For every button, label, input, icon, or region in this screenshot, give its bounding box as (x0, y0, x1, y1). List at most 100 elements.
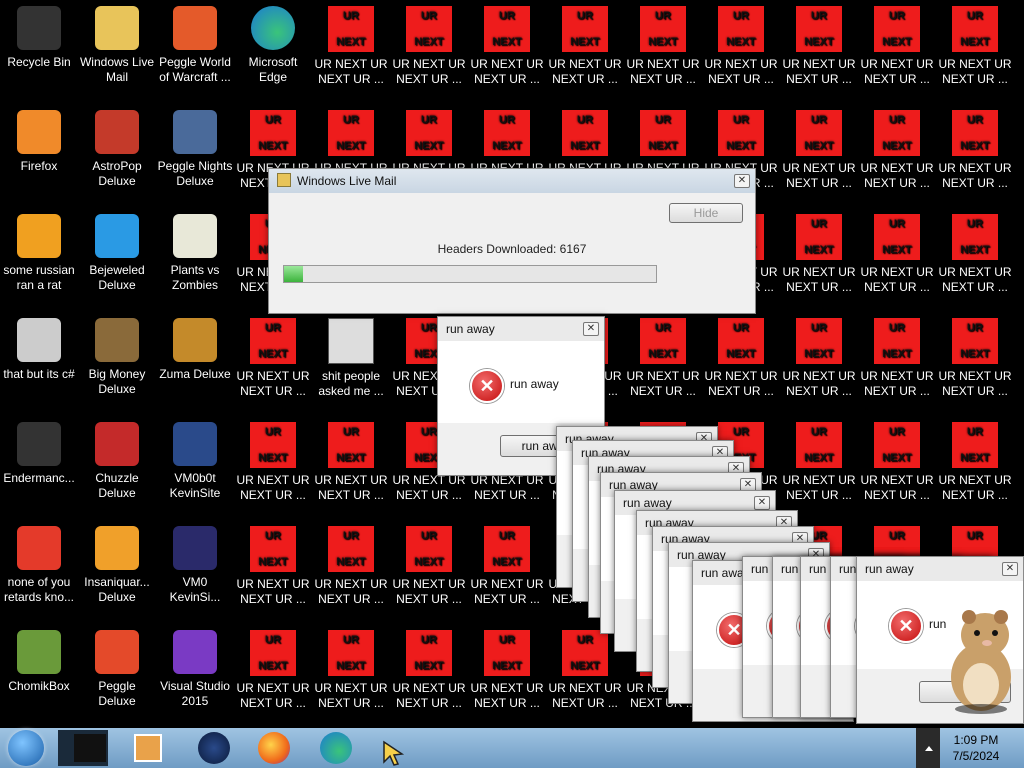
ur-next-icon[interactable]: UR NEXT UR NEXT UR NEXT UR ... (624, 0, 702, 87)
ur-next-icon[interactable]: UR NEXT UR NEXT UR NEXT UR ... (468, 624, 546, 711)
firefox-icon[interactable] (258, 732, 290, 764)
ur-next-icon[interactable]: UR NEXT UR NEXT UR NEXT UR ... (936, 312, 1014, 399)
ur-next-icon[interactable]: UR NEXT UR NEXT UR NEXT UR ... (780, 104, 858, 191)
taskbar-app-icon-1[interactable] (74, 734, 106, 762)
ur-text: UR (967, 218, 983, 230)
close-icon[interactable]: ✕ (734, 174, 750, 188)
ur-next-icon[interactable]: UR NEXT UR NEXT UR NEXT UR ... (780, 416, 858, 503)
app-icon (95, 318, 139, 362)
desktop-icon[interactable]: Bejeweled Deluxe (78, 208, 156, 293)
desktop-icon[interactable]: AstroPop Deluxe (78, 104, 156, 189)
ur-next-icon[interactable]: UR NEXT UR NEXT UR NEXT UR ... (702, 0, 780, 87)
ur-next-icon[interactable]: UR NEXT UR NEXT UR NEXT UR ... (546, 0, 624, 87)
ur-next-icon[interactable]: UR NEXT UR NEXT UR NEXT UR ... (780, 312, 858, 399)
desktop-icon[interactable]: Chuzzle Deluxe (78, 416, 156, 501)
dialog-copy-title: run away (623, 496, 672, 510)
desktop-icon[interactable]: some russian ran a rat (0, 208, 78, 293)
desktop-icon[interactable]: Plants vs Zombies (156, 208, 234, 293)
ur-next-icon[interactable]: UR NEXT UR NEXT UR NEXT UR ... (468, 0, 546, 87)
ur-next-image: UR NEXT (874, 214, 920, 260)
desktop-icon[interactable]: ChomikBox (0, 624, 78, 694)
ur-text: UR (577, 114, 593, 126)
close-icon[interactable]: ✕ (583, 322, 599, 336)
run-away-titlebar-front[interactable]: run away ✕ (857, 557, 1023, 581)
ur-next-icon[interactable]: UR NEXT UR NEXT UR NEXT UR ... (858, 104, 936, 191)
ur-text: UR (343, 426, 359, 438)
ur-text: UR (811, 426, 827, 438)
wlm-progress-window[interactable]: Windows Live Mail ✕ Hide Headers Downloa… (268, 168, 756, 314)
ur-next-image: UR NEXT (406, 6, 452, 52)
ur-next-icon[interactable]: UR NEXT UR NEXT UR NEXT UR ... (780, 208, 858, 295)
ur-next-icon[interactable]: UR NEXT UR NEXT UR NEXT UR ... (858, 416, 936, 503)
desktop-icon[interactable]: Peggle World of Warcraft ... (156, 0, 234, 85)
ur-next-icon[interactable]: UR NEXT UR NEXT UR NEXT UR ... (936, 0, 1014, 87)
ur-next-icon[interactable]: UR NEXT UR NEXT UR NEXT UR ... (858, 208, 936, 295)
taskbar-globe-icon[interactable] (198, 732, 230, 764)
hide-button[interactable]: Hide (669, 203, 743, 223)
ur-next-icon[interactable]: UR NEXT UR NEXT UR NEXT UR ... (702, 312, 780, 399)
ur-next-icon[interactable]: UR NEXT UR NEXT UR NEXT UR ... (312, 624, 390, 711)
ur-next-icon[interactable]: UR NEXT UR NEXT UR NEXT UR ... (468, 520, 546, 607)
ur-next-icon[interactable]: UR NEXT UR NEXT UR NEXT UR ... (780, 0, 858, 87)
next-text: NEXT (336, 660, 366, 672)
ur-next-icon[interactable]: UR NEXT UR NEXT UR NEXT UR ... (624, 312, 702, 399)
ur-next-image: UR NEXT (796, 422, 842, 468)
taskbar-media-icon[interactable] (134, 734, 162, 762)
desktop-icon-edge[interactable]: Microsoft Edge (234, 0, 312, 85)
desktop-icon-label: Endermanc... (3, 471, 75, 485)
desktop-icon[interactable]: Visual Studio 2015 (156, 624, 234, 709)
ur-next-icon[interactable]: UR NEXT UR NEXT UR NEXT UR ... (936, 416, 1014, 503)
desktop-icon[interactable]: Insaniquar... Deluxe (78, 520, 156, 605)
desktop-icon[interactable]: Recycle Bin (0, 0, 78, 70)
edge-icon[interactable] (320, 732, 352, 764)
close-icon[interactable]: ✕ (754, 496, 770, 510)
run-away-dialog-front[interactable]: run away ✕ ✕ run ru (856, 556, 1024, 724)
ur-next-icon[interactable]: UR NEXT UR NEXT UR NEXT UR ... (312, 416, 390, 503)
desktop-icon[interactable]: Windows Live Mail (78, 0, 156, 85)
ur-next-image: UR NEXT (328, 630, 374, 676)
ur-next-icon[interactable]: UR NEXT UR NEXT UR NEXT UR ... (858, 312, 936, 399)
clock[interactable]: 1:09 PM 7/5/2024 (936, 732, 1016, 764)
desktop-icon[interactable]: VM0 KevinSi... (156, 520, 234, 605)
run-away-titlebar[interactable]: run away ✕ (438, 317, 604, 341)
desktop-icon[interactable]: Zuma Deluxe (156, 312, 234, 382)
desktop-icon[interactable]: Peggle Deluxe (78, 624, 156, 709)
next-text: NEXT (960, 348, 990, 360)
ur-next-icon[interactable]: UR NEXT UR NEXT UR NEXT UR ... (312, 0, 390, 87)
ur-next-icon[interactable]: UR NEXT UR NEXT UR NEXT UR ... (312, 520, 390, 607)
tray-arrow-icon[interactable] (925, 746, 933, 751)
desktop-icon-label: Chuzzle Deluxe (95, 471, 139, 500)
ur-next-icon[interactable]: UR NEXT UR NEXT UR NEXT UR ... (234, 520, 312, 607)
ur-next-icon[interactable]: UR NEXT UR NEXT UR NEXT UR ... (390, 520, 468, 607)
desktop-icon[interactable]: none of you retards kno... (0, 520, 78, 605)
desktop-icon-folder[interactable]: shit people asked me ... (312, 312, 390, 399)
ur-next-icon[interactable]: UR NEXT UR NEXT UR NEXT UR ... (234, 312, 312, 399)
ur-next-icon[interactable]: UR NEXT UR NEXT UR NEXT UR ... (390, 624, 468, 711)
ur-next-icon[interactable]: UR NEXT UR NEXT UR NEXT UR ... (234, 624, 312, 711)
desktop-icon[interactable]: Big Money Deluxe (78, 312, 156, 397)
ur-text: UR (889, 114, 905, 126)
desktop-icon[interactable]: VM0b0t KevinSite (156, 416, 234, 501)
ur-next-icon[interactable]: UR NEXT UR NEXT UR NEXT UR ... (234, 416, 312, 503)
ur-next-icon[interactable]: UR NEXT UR NEXT UR NEXT UR ... (936, 208, 1014, 295)
wlm-titlebar[interactable]: Windows Live Mail ✕ (269, 169, 755, 193)
close-icon[interactable]: ✕ (1002, 562, 1018, 576)
ur-next-image: UR NEXT (406, 630, 452, 676)
ur-text: UR (421, 530, 437, 542)
ur-text: UR (967, 114, 983, 126)
desktop-icon[interactable]: Endermanc... (0, 416, 78, 486)
start-button[interactable] (8, 730, 44, 766)
ur-next-icon[interactable]: UR NEXT UR NEXT UR NEXT UR ... (858, 0, 936, 87)
ur-next-icon[interactable]: UR NEXT UR NEXT UR NEXT UR ... (936, 104, 1014, 191)
desktop-icon[interactable]: that but its c# (0, 312, 78, 382)
ur-text: UR (343, 634, 359, 646)
wlm-title: Windows Live Mail (297, 174, 397, 188)
desktop-icon[interactable]: Peggle Nights Deluxe (156, 104, 234, 189)
desktop-icon[interactable]: Firefox (0, 104, 78, 174)
next-text: NEXT (570, 36, 600, 48)
app-icon (17, 526, 61, 570)
next-text: NEXT (570, 140, 600, 152)
ur-text: UR (499, 10, 515, 22)
ur-next-icon[interactable]: UR NEXT UR NEXT UR NEXT UR ... (390, 0, 468, 87)
ur-next-icon[interactable]: UR NEXT UR NEXT UR NEXT UR ... (546, 624, 624, 711)
